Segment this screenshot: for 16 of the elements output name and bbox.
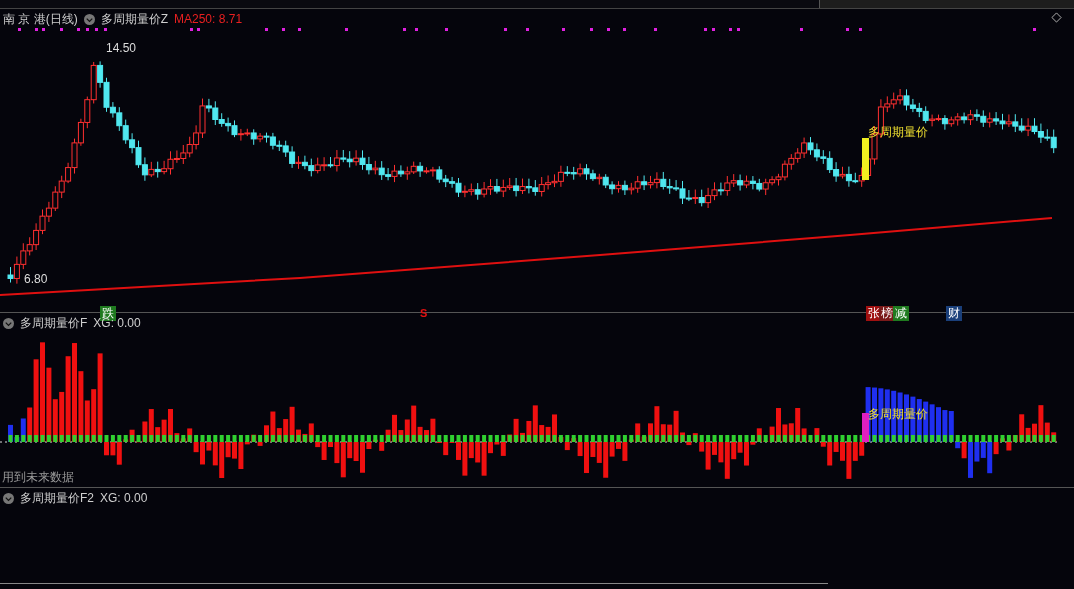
- price-label: 14.50: [106, 40, 137, 57]
- stock-title: 南 京 港(日线): [3, 11, 78, 28]
- indicator-name: 多周期量价Z: [100, 11, 168, 28]
- warning-note: 用到未来数据: [2, 469, 74, 486]
- chevron-down-icon[interactable]: [3, 317, 14, 329]
- chevron-down-icon[interactable]: [3, 492, 14, 504]
- price-label: 6.80: [24, 271, 48, 288]
- diamond-icon[interactable]: [1051, 12, 1062, 23]
- indicator-name: 多周期量价F2: [20, 490, 94, 507]
- signal-tag: 减: [893, 306, 909, 321]
- ma-reading: MA250: 8.71: [174, 11, 243, 28]
- indicator-reading: XG: 0.00: [100, 490, 148, 507]
- signal-tag: 财: [946, 306, 962, 321]
- signal-tag: S: [420, 306, 428, 321]
- indicator-name: 多周期量价F: [20, 315, 88, 332]
- chevron-down-icon[interactable]: [83, 13, 95, 25]
